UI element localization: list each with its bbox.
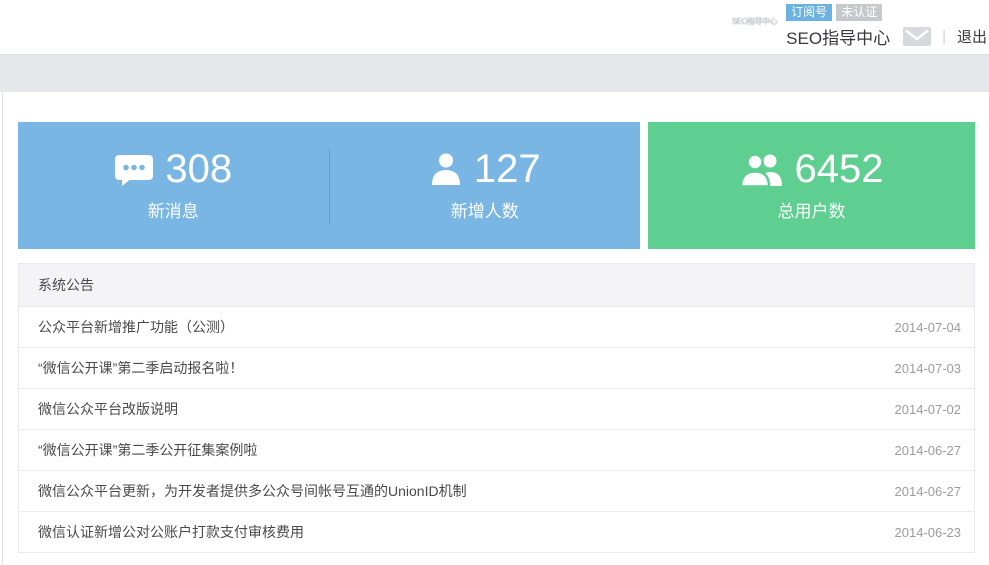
divider: | xyxy=(942,28,946,45)
announcement-date: 2014-07-03 xyxy=(895,361,962,376)
announcement-date: 2014-07-04 xyxy=(895,320,962,335)
announcement-row[interactable]: 公众平台新增推广功能（公测） 2014-07-04 xyxy=(19,307,974,348)
subscription-type-badge: 订阅号 xyxy=(786,4,832,21)
announcement-row[interactable]: 微信公众平台改版说明 2014-07-02 xyxy=(19,389,974,430)
main-content: 308 新消息 127 新增人数 xyxy=(0,92,989,565)
announcement-date: 2014-07-02 xyxy=(895,402,962,417)
announcement-link[interactable]: “微信公开课”第二季公开征集案例啦 xyxy=(38,440,257,460)
announcement-row[interactable]: “微信公开课”第二季启动报名啦！ 2014-07-03 xyxy=(19,348,974,389)
nav-band xyxy=(0,54,989,92)
unverified-badge: 未认证 xyxy=(836,4,882,21)
account-mini-name: SEO指导中心 xyxy=(732,16,777,27)
stats-card-blue: 308 新消息 127 新增人数 xyxy=(18,122,640,249)
stat-new-users: 127 新增人数 xyxy=(330,149,641,222)
envelope-icon xyxy=(903,27,931,46)
stat-new-messages: 308 新消息 xyxy=(18,149,329,222)
announcement-date: 2014-06-27 xyxy=(895,484,962,499)
announcement-row[interactable]: 微信认证新增公对公账户打款支付审核费用 2014-06-23 xyxy=(19,512,974,553)
announcement-link[interactable]: 微信公众平台改版说明 xyxy=(38,399,178,419)
user-icon xyxy=(429,152,463,186)
logout-button[interactable]: 退出 xyxy=(957,26,987,47)
announcements-title: 系统公告 xyxy=(19,264,974,307)
announcement-link[interactable]: 微信认证新增公对公账户打款支付审核费用 xyxy=(38,522,304,542)
stat-total-users: 6452 总用户数 xyxy=(648,149,975,222)
new-users-label: 新增人数 xyxy=(451,197,519,222)
account-name: SEO指导中心 xyxy=(786,24,890,49)
stats-row: 308 新消息 127 新增人数 xyxy=(0,92,989,249)
announcements-panel: 系统公告 公众平台新增推广功能（公测） 2014-07-04 “微信公开课”第二… xyxy=(18,263,975,553)
announcement-link[interactable]: “微信公开课”第二季启动报名啦！ xyxy=(38,358,243,378)
announcement-date: 2014-06-23 xyxy=(895,525,962,540)
chat-bubble-icon xyxy=(114,153,154,186)
announcement-date: 2014-06-27 xyxy=(895,443,962,458)
total-users-label: 总用户数 xyxy=(778,197,846,222)
announcement-link[interactable]: 微信公众平台更新，为开发者提供多公众号间帐号互通的UnionID机制 xyxy=(38,481,467,501)
announcement-row[interactable]: “微信公开课”第二季公开征集案例啦 2014-06-27 xyxy=(19,430,974,471)
account-area: SEO指导中心 订阅号 未认证 SEO指导中心 | 退出 xyxy=(732,4,987,49)
announcement-row[interactable]: 微信公众平台更新，为开发者提供多公众号间帐号互通的UnionID机制 2014-… xyxy=(19,471,974,512)
total-users-value: 6452 xyxy=(795,149,884,189)
new-users-value: 127 xyxy=(474,149,541,189)
account-badges: 订阅号 未认证 xyxy=(786,4,987,21)
top-bar: SEO指导中心 订阅号 未认证 SEO指导中心 | 退出 xyxy=(0,0,989,54)
announcement-link[interactable]: 公众平台新增推广功能（公测） xyxy=(38,317,234,337)
new-messages-value: 308 xyxy=(165,149,232,189)
new-messages-label: 新消息 xyxy=(148,197,199,222)
stats-card-green: 6452 总用户数 xyxy=(648,122,975,249)
users-icon xyxy=(740,151,784,187)
mail-button[interactable] xyxy=(903,27,931,46)
